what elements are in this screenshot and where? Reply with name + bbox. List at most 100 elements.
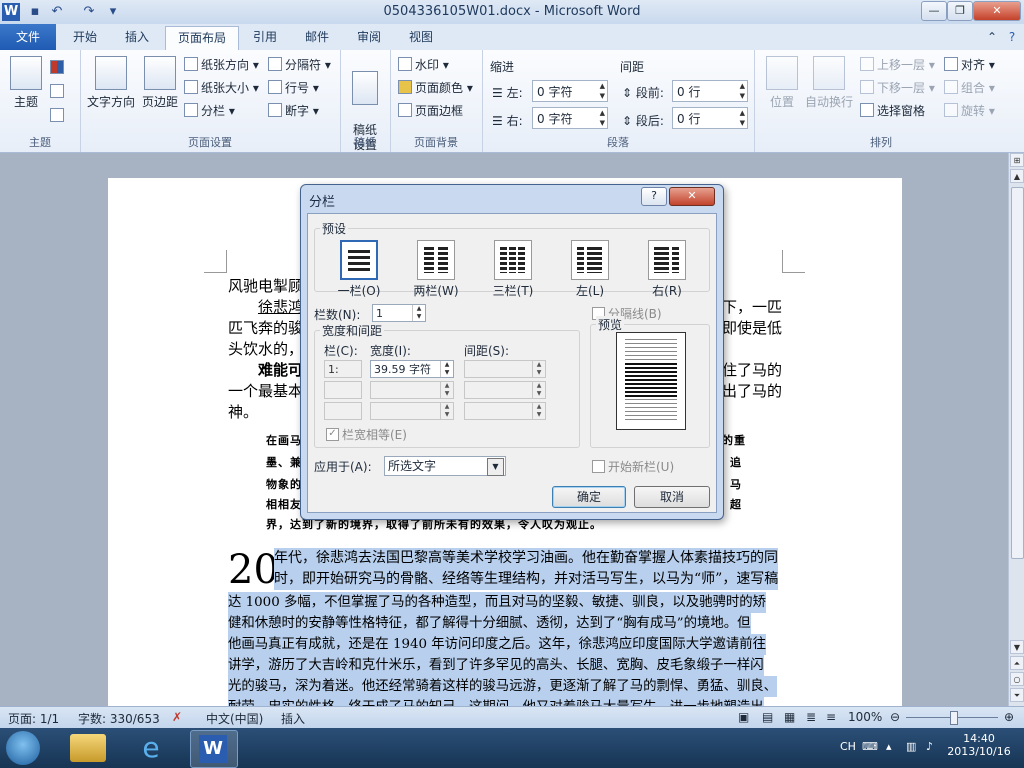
- doc-line[interactable]: 住了马的: [722, 360, 782, 381]
- help-icon[interactable]: ?: [1004, 26, 1020, 49]
- align-button[interactable]: 对齐 ▾: [944, 56, 995, 73]
- doc-line[interactable]: 一个最基本: [228, 381, 303, 402]
- dialog-help-button[interactable]: ?: [641, 187, 667, 206]
- file-explorer-icon[interactable]: [70, 734, 106, 762]
- selected-line[interactable]: 健和休憩时的安静等性格特征，都了解得十分细腻、透彻，达到了“胸有成马”的境地。但: [228, 613, 751, 634]
- quote-line[interactable]: 超: [730, 496, 742, 512]
- cancel-button[interactable]: 取消: [634, 486, 710, 508]
- language-indicator[interactable]: 中文(中国): [206, 710, 263, 727]
- tab-insert[interactable]: 插入: [112, 26, 162, 49]
- clock[interactable]: 14:40 2013/10/16: [944, 732, 1014, 758]
- doc-line[interactable]: 出了马的: [722, 381, 782, 402]
- doc-line[interactable]: 即使是低: [722, 318, 782, 339]
- selected-line[interactable]: 达 1000 多幅，不但掌握了马的各种造型，而且对马的坚毅、敏捷、驯良，以及驰骋…: [228, 592, 767, 613]
- page-borders-button[interactable]: 页面边框: [398, 102, 463, 119]
- selected-line[interactable]: 他画马真正有成就，还是在 1940 年访问印度之后。这年，徐悲鸿应印度国际大学邀…: [228, 634, 767, 655]
- insert-mode[interactable]: 插入: [281, 710, 305, 727]
- doc-line[interactable]: 下，一匹: [722, 297, 782, 318]
- volume-icon[interactable]: ♪: [926, 740, 933, 753]
- drop-cap[interactable]: 20: [228, 548, 279, 592]
- ime-indicator[interactable]: CH: [840, 740, 856, 753]
- doc-line[interactable]: 风驰电掣顾: [228, 276, 303, 297]
- doc-line[interactable]: 匹飞奔的骏: [228, 318, 303, 339]
- apply-to-select[interactable]: 所选文字 ▼: [384, 456, 506, 476]
- scroll-thumb[interactable]: [1011, 187, 1024, 559]
- wrap-text-button[interactable]: 自动换行: [804, 56, 854, 110]
- tab-view[interactable]: 视图: [396, 26, 446, 49]
- network-icon[interactable]: ▥: [906, 740, 916, 753]
- indent-left-input[interactable]: 0 字符 ▲ ▼: [532, 80, 608, 102]
- selection-pane-button[interactable]: 选择窗格: [860, 102, 925, 119]
- size-button[interactable]: 纸张大小 ▾: [184, 79, 259, 96]
- page-color-button[interactable]: 页面颜色 ▾: [398, 79, 473, 96]
- spacing-after-input[interactable]: 0 行 ▲ ▼: [672, 107, 748, 129]
- zoom-slider-thumb[interactable]: [950, 711, 958, 725]
- line-numbers-button[interactable]: 行号 ▾: [268, 79, 319, 96]
- preset-three-columns[interactable]: [494, 240, 532, 280]
- quote-line[interactable]: 马: [730, 476, 742, 492]
- doc-line[interactable]: 神。: [228, 402, 258, 423]
- full-screen-icon[interactable]: ▤: [762, 710, 773, 724]
- quote-line[interactable]: 相相友: [266, 496, 302, 512]
- quote-line[interactable]: 墨、兼: [266, 454, 302, 470]
- position-button[interactable]: 位置: [762, 56, 802, 110]
- preset-one-column[interactable]: [340, 240, 378, 280]
- tray-expand-icon[interactable]: ▴: [886, 740, 892, 753]
- word-count[interactable]: 字数: 330/653: [78, 710, 160, 727]
- tab-home[interactable]: 开始: [60, 26, 110, 49]
- outline-icon[interactable]: ≣: [806, 710, 816, 724]
- preset-right[interactable]: [648, 240, 686, 280]
- scroll-up-icon[interactable]: ▲: [1010, 169, 1024, 183]
- hyphenation-button[interactable]: 断字 ▾: [268, 102, 319, 119]
- start-new-column-checkbox[interactable]: [592, 460, 605, 473]
- zoom-out-icon[interactable]: ⊖: [890, 710, 900, 724]
- spacing-before-input[interactable]: 0 行 ▲ ▼: [672, 80, 748, 102]
- previous-page-icon[interactable]: ⏶: [1010, 656, 1024, 670]
- next-page-icon[interactable]: ⏷: [1010, 688, 1024, 702]
- num-columns-input[interactable]: 1 ▲ ▼: [372, 304, 426, 322]
- start-button[interactable]: [6, 731, 40, 765]
- quote-line[interactable]: 追: [730, 454, 742, 470]
- keyboard-icon[interactable]: ⌨: [862, 740, 878, 753]
- tab-page-layout[interactable]: 页面布局: [165, 26, 239, 51]
- theme-effects-icon[interactable]: [50, 108, 67, 123]
- breaks-button[interactable]: 分隔符 ▾: [268, 56, 331, 73]
- margins-button[interactable]: 页边距: [138, 56, 182, 110]
- text-direction-button[interactable]: 文字方向: [86, 56, 136, 110]
- minimize-button[interactable]: —: [921, 1, 947, 21]
- collapse-ribbon-icon[interactable]: ⌃: [984, 26, 1000, 49]
- close-window-button[interactable]: ✕: [973, 1, 1021, 21]
- ok-button[interactable]: 确定: [552, 486, 626, 508]
- quote-line[interactable]: 在画马: [266, 432, 302, 448]
- bring-forward-button[interactable]: 上移一层 ▾: [860, 56, 935, 73]
- preset-two-columns[interactable]: [417, 240, 455, 280]
- browse-object-icon[interactable]: ○: [1010, 672, 1024, 686]
- send-backward-button[interactable]: 下移一层 ▾: [860, 79, 935, 96]
- themes-button[interactable]: 主题: [6, 56, 46, 110]
- preset-left[interactable]: [571, 240, 609, 280]
- equal-width-checkbox[interactable]: ✓: [326, 428, 339, 441]
- columns-button[interactable]: 分栏 ▾: [184, 102, 235, 119]
- zoom-in-icon[interactable]: ⊕: [1004, 710, 1014, 724]
- tab-review[interactable]: 审阅: [344, 26, 394, 49]
- doc-line[interactable]: 难能可: [258, 360, 303, 381]
- group-objects-button[interactable]: 组合 ▾: [944, 79, 995, 96]
- selected-line[interactable]: 讲学，游历了大吉岭和克什米乐，看到了许多罕见的高头、长腿、宽胸、皮毛象缎子一样闪: [228, 655, 764, 676]
- doc-line[interactable]: 头饮水的，: [228, 339, 303, 360]
- quote-line[interactable]: 物象的: [266, 476, 302, 492]
- web-layout-icon[interactable]: ▦: [784, 710, 795, 724]
- rotate-button[interactable]: 旋转 ▾: [944, 102, 995, 119]
- draft-icon[interactable]: ≡: [826, 710, 836, 724]
- theme-fonts-icon[interactable]: [50, 84, 67, 99]
- indent-right-input[interactable]: 0 字符 ▲ ▼: [532, 107, 608, 129]
- print-layout-icon[interactable]: ▣: [738, 710, 749, 724]
- ruler-toggle-icon[interactable]: ⊞: [1010, 153, 1024, 167]
- selected-line[interactable]: 光的骏马，深为着迷。他还经常骑着这样的骏马远游，更逐渐了解了马的剽悍、勇猛、驯良…: [228, 676, 778, 697]
- word-taskbar-button[interactable]: W: [190, 730, 238, 768]
- selected-line[interactable]: 时，即开始研究马的骨骼、经络等生理结构，并对活马写生，以马为“师”，速写稿: [274, 569, 779, 590]
- watermark-button[interactable]: 水印 ▾: [398, 56, 449, 73]
- orientation-button[interactable]: 纸张方向 ▾: [184, 56, 259, 73]
- page-count[interactable]: 页面: 1/1: [8, 710, 59, 727]
- selected-line[interactable]: 年代，徐悲鸿去法国巴黎高等美术学校学习油画。他在勤奋掌握人体素描技巧的同: [274, 548, 778, 569]
- dialog-close-button[interactable]: ✕: [669, 187, 715, 206]
